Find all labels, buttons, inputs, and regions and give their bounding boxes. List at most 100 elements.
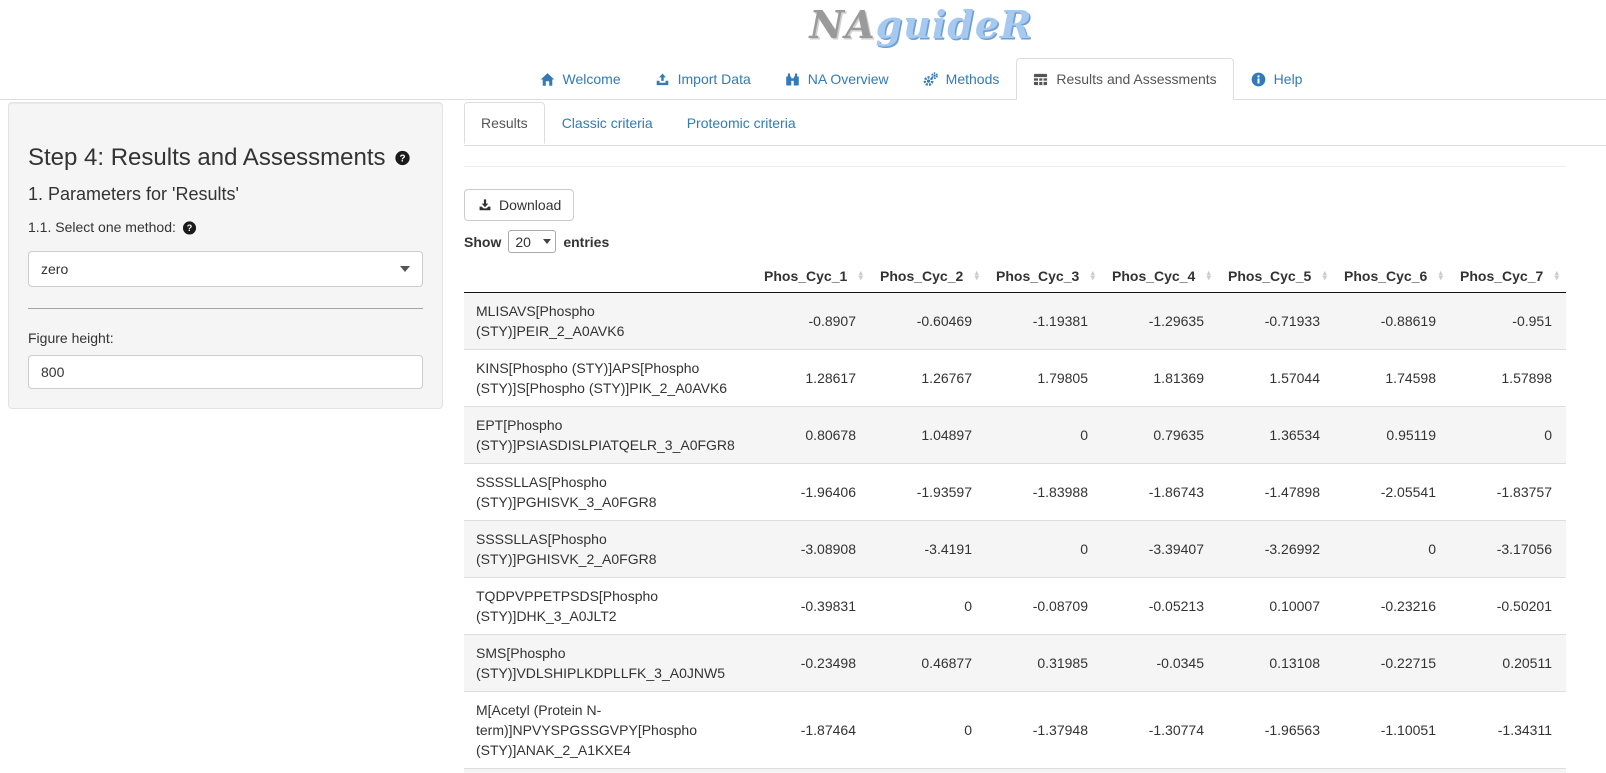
method-help-icon[interactable]: ? (182, 220, 196, 234)
download-icon (477, 198, 492, 213)
nav-tab-link-import-data[interactable]: Import Data (638, 58, 768, 100)
cell-value: -3.39407 (1102, 521, 1218, 578)
table-row: SSSSLLAS[Phospho (STY)]PGHISVK_3_A0FGR8-… (464, 464, 1566, 521)
cell-value: -1.96406 (754, 464, 870, 521)
cell-value: -3.08908 (754, 521, 870, 578)
upload-icon (655, 72, 670, 87)
tab-proteomic-criteria[interactable]: Proteomic criteria (670, 102, 813, 144)
question-circle-icon: ? (395, 151, 410, 166)
sort-icon: ▴▾ (1438, 270, 1443, 281)
download-button[interactable]: Download (464, 189, 574, 221)
nav-tab-help[interactable]: Help (1234, 58, 1320, 100)
cell-value: -3.4191 (870, 521, 986, 578)
nav-tab-link-methods[interactable]: Methods (906, 58, 1017, 100)
cell-value: -0.60469 (870, 293, 986, 350)
tab-label: Classic criteria (562, 115, 653, 131)
svg-text:?: ? (399, 153, 405, 164)
chevron-down-icon (400, 266, 410, 272)
cell-value: 0 (870, 692, 986, 769)
nav-tab-label: Help (1274, 71, 1303, 87)
cell-value: -0.05213 (1102, 578, 1218, 635)
entries-label: entries (563, 234, 609, 250)
cell-value: -1.83757 (1450, 464, 1566, 521)
column-header-phos-cyc-1[interactable]: Phos_Cyc_1▴▾ (754, 259, 870, 293)
cell-value: 0 (870, 578, 986, 635)
column-header-phos-cyc-3[interactable]: Phos_Cyc_3▴▾ (986, 259, 1102, 293)
column-header-rownames[interactable] (464, 259, 754, 293)
cell-value: 1.26767 (870, 350, 986, 407)
app-header: NAguideR (0, 0, 1606, 58)
tab-results[interactable]: Results (464, 102, 545, 144)
column-header-label: Phos_Cyc_7 (1460, 268, 1543, 284)
column-header-phos-cyc-6[interactable]: Phos_Cyc_6 ▴▾ (1334, 259, 1450, 293)
nav-tab-results-and-assessments[interactable]: Results and Assessments (1016, 58, 1233, 100)
row-name: SSSSLLAS[Phospho (STY)]PGHISVK_2_A0FGR8 (464, 521, 754, 578)
column-header-label: Phos_Cyc_2 (880, 268, 963, 284)
results-table: Phos_Cyc_1▴▾Phos_Cyc_2▴▾Phos_Cyc_3▴▾Phos… (464, 259, 1566, 773)
cell-value: -0.951 (1450, 293, 1566, 350)
parameters-subtitle: 1. Parameters for 'Results' (28, 184, 423, 205)
step-help-icon[interactable]: ? (395, 151, 410, 166)
nav-tab-methods[interactable]: Methods (906, 58, 1017, 100)
column-header-phos-cyc-5[interactable]: Phos_Cyc_5▴▾ (1218, 259, 1334, 293)
figure-height-label: Figure height: (28, 330, 423, 346)
nav-tab-welcome[interactable]: Welcome (523, 58, 638, 100)
question-circle-icon: ? (182, 220, 196, 234)
cell-value: -0.0345 (1102, 635, 1218, 692)
download-button-label: Download (499, 196, 561, 214)
nav-tab-import-data[interactable]: Import Data (638, 58, 768, 100)
info-circle-icon (1251, 72, 1266, 87)
table-row: SSSSLLAS[Phospho (STY)]PGHISVK_2_A0FGR8-… (464, 521, 1566, 578)
method-select[interactable]: zero (28, 251, 423, 287)
cell-value: -1.96563 (1218, 692, 1334, 769)
cell-value: 1.81369 (1102, 350, 1218, 407)
show-label: Show (464, 234, 501, 250)
results-subtabs: Results Classic criteria Proteomic criteri… (464, 100, 1606, 146)
cell-value: -2.05541 (1334, 464, 1450, 521)
table-icon (1033, 72, 1048, 87)
column-header-label: Phos_Cyc_6 (1344, 268, 1427, 284)
method-label-row: 1.1. Select one method: ? (28, 219, 423, 235)
tab-link-results[interactable]: Results (464, 102, 545, 144)
column-header-label: Phos_Cyc_3 (996, 268, 1079, 284)
table-row-partial (464, 769, 1566, 773)
page-length-select[interactable]: 20 (508, 230, 556, 253)
cell-value: -1.29635 (1102, 293, 1218, 350)
column-header-phos-cyc-7[interactable]: Phos_Cyc_7▴▾ (1450, 259, 1566, 293)
cell-value: -0.50201 (1450, 578, 1566, 635)
nav-tab-link-na-overview[interactable]: NA Overview (768, 58, 906, 100)
nav-tab-label: NA Overview (808, 71, 889, 87)
cell-value: 1.74598 (1334, 350, 1450, 407)
column-header-phos-cyc-4[interactable]: Phos_Cyc_4▴▾ (1102, 259, 1218, 293)
row-name: KINS[Phospho (STY)]APS[Phospho (STY)]S[P… (464, 350, 754, 407)
step-title: Step 4: Results and Assessments ? (28, 144, 423, 172)
cell-value: 1.36534 (1218, 407, 1334, 464)
nav-tab-link-help[interactable]: Help (1234, 58, 1320, 100)
sort-icon: ▴▾ (1206, 270, 1211, 281)
nav-tab-link-results-and-assessments[interactable]: Results and Assessments (1016, 58, 1233, 100)
figure-height-input[interactable] (28, 355, 423, 389)
sort-icon: ▴▾ (858, 270, 863, 281)
cell-value: 0.46877 (870, 635, 986, 692)
cell-value: -0.23216 (1334, 578, 1450, 635)
method-label-text: 1.1. Select one method: (28, 219, 176, 235)
cell-value: -0.39831 (754, 578, 870, 635)
tab-label: Proteomic criteria (687, 115, 796, 131)
logo-part-na: NA (809, 2, 875, 47)
cell-value: -1.83988 (986, 464, 1102, 521)
gears-icon (923, 72, 938, 87)
column-header-phos-cyc-2[interactable]: Phos_Cyc_2▴▾ (870, 259, 986, 293)
nav-tab-link-welcome[interactable]: Welcome (523, 58, 638, 100)
tab-link-proteomic-criteria[interactable]: Proteomic criteria (670, 102, 813, 144)
nav-tab-na-overview[interactable]: NA Overview (768, 58, 906, 100)
cell-value: -1.37948 (986, 692, 1102, 769)
tab-link-classic-criteria[interactable]: Classic criteria (545, 102, 670, 144)
cell-value: -3.17056 (1450, 521, 1566, 578)
cell-value: 0 (1334, 521, 1450, 578)
tab-classic-criteria[interactable]: Classic criteria (545, 102, 670, 144)
table-row: EPT[Phospho (STY)]PSIASDISLPIATQELR_3_A0… (464, 407, 1566, 464)
cell-value: -1.47898 (1218, 464, 1334, 521)
cell-value: -0.8907 (754, 293, 870, 350)
nav-tab-label: Welcome (563, 71, 621, 87)
sidebar-divider (28, 308, 423, 309)
